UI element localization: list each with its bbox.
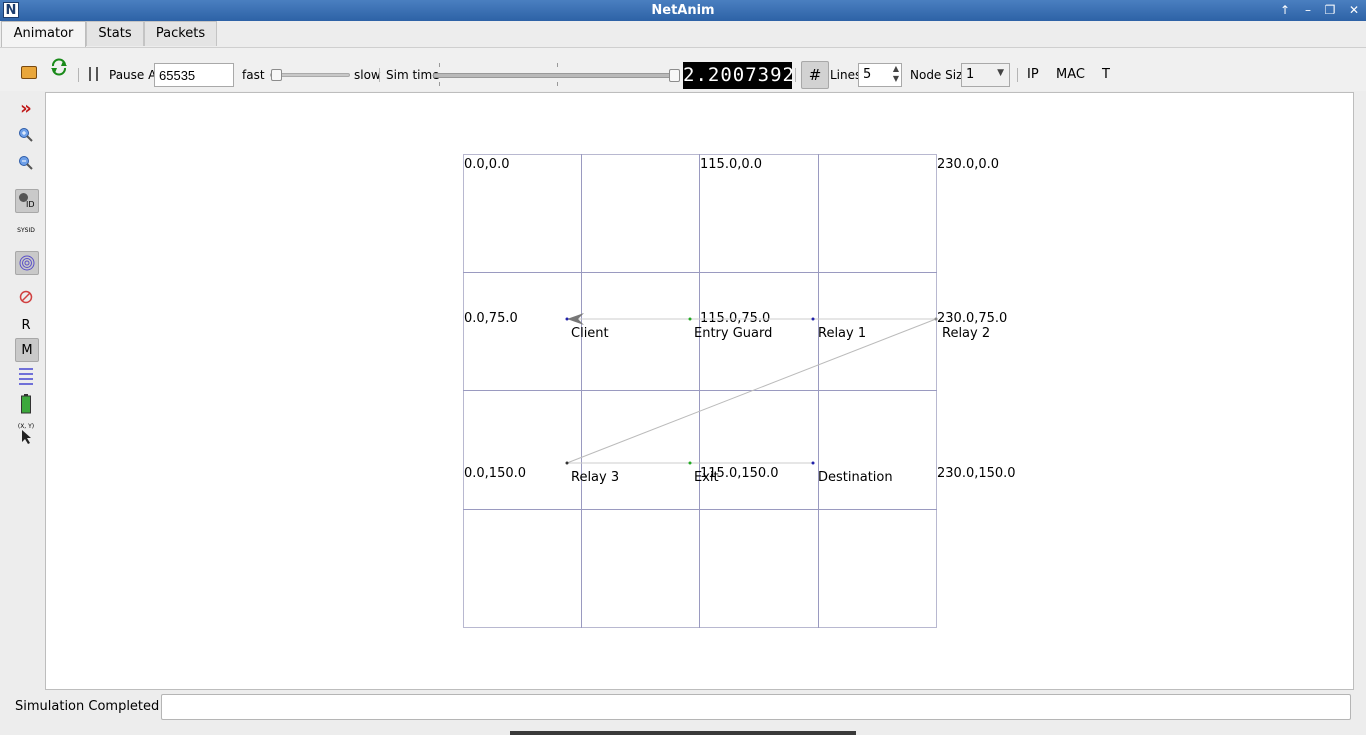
sim-time-label: Sim time — [386, 68, 440, 82]
sim-time-display: 2.2007392 — [683, 62, 794, 89]
show-sysid-button[interactable]: SYSID — [15, 219, 37, 241]
node-size-value: 1 — [966, 67, 975, 82]
fast-forward-icon[interactable]: » — [15, 97, 37, 119]
zoom-out-icon[interactable] — [15, 152, 37, 174]
wireless-circles-icon — [19, 255, 35, 271]
pause-icon[interactable] — [89, 67, 98, 81]
keep-above-icon[interactable]: ↑ — [1276, 2, 1294, 19]
slow-label: slow — [354, 68, 381, 82]
node-entry-guard[interactable] — [688, 317, 692, 321]
mac-toggle[interactable]: MAC — [1056, 67, 1085, 82]
node-relay-1[interactable] — [811, 317, 815, 321]
speed-slider[interactable] — [270, 69, 350, 81]
tab-animator[interactable]: Animator — [1, 21, 86, 47]
node-exit[interactable] — [688, 461, 692, 465]
side-toolbar: » ID SYSID R M (X, Y) — [0, 92, 45, 690]
window-title: NetAnim — [651, 3, 715, 18]
status-field — [161, 694, 1351, 720]
node-relay-3[interactable] — [565, 461, 569, 465]
fast-label: fast — [242, 68, 265, 82]
node-relay-2[interactable] — [934, 317, 938, 321]
lines-value: 5 — [863, 67, 872, 82]
r-button[interactable]: R — [15, 314, 37, 336]
animator-toolbar: Pause At fast slow Sim time 2.2007392 # … — [0, 47, 1366, 91]
node-client[interactable] — [565, 317, 569, 321]
pause-at-input[interactable] — [154, 63, 234, 87]
grid-label-tl: 0.0,0.0 — [464, 157, 509, 172]
node-destination[interactable] — [811, 461, 815, 465]
taskbar-strip — [510, 731, 856, 735]
title-bar: N NetAnim ↑ – ❐ ✕ — [0, 0, 1366, 21]
tab-packets[interactable]: Packets — [144, 21, 217, 46]
close-icon[interactable]: ✕ — [1345, 2, 1363, 19]
minimize-icon[interactable]: – — [1299, 2, 1317, 19]
zoom-in-icon[interactable] — [15, 124, 37, 146]
wireless-circles-button[interactable] — [15, 251, 39, 275]
status-message: Simulation Completed — [15, 699, 160, 714]
grid-label-mr: 230.0,75.0 — [937, 311, 1007, 326]
restore-icon[interactable]: ❐ — [1321, 2, 1339, 19]
sim-time-slider-handle[interactable] — [669, 69, 680, 82]
speed-slider-handle[interactable] — [271, 69, 282, 81]
nodes: Client Entry Guard Relay 1 Relay 2 Relay 3 Ex… — [565, 317, 990, 485]
grid-label-tr: 230.0,0.0 — [937, 157, 999, 172]
sim-time-slider[interactable] — [433, 69, 680, 82]
tab-stats[interactable]: Stats — [86, 21, 144, 46]
reload-icon[interactable] — [50, 58, 68, 76]
status-bar: Simulation Completed — [0, 690, 1366, 735]
grid — [463, 154, 937, 628]
grid-label-ml: 0.0,75.0 — [464, 311, 518, 326]
lines-spinbox[interactable]: 5 ▲ ▼ — [858, 63, 902, 87]
grid-toggle-icon[interactable]: # — [801, 61, 829, 89]
chevron-down-icon: ▼ — [997, 68, 1004, 78]
mouse-position-button[interactable]: (X, Y) — [15, 421, 37, 445]
tab-bar: Animator Stats Packets — [0, 21, 1366, 47]
no-packets-icon[interactable] — [15, 286, 37, 308]
grid-label-bl: 0.0,150.0 — [464, 466, 526, 481]
open-file-icon[interactable] — [21, 66, 37, 79]
ip-toggle[interactable]: IP — [1027, 67, 1039, 82]
node-label-relay-3: Relay 3 — [571, 470, 619, 485]
node-label-client: Client — [571, 326, 609, 341]
node-label-destination: Destination — [818, 470, 893, 485]
spin-arrows-icon[interactable]: ▲ ▼ — [893, 64, 899, 84]
animation-canvas[interactable]: 0.0,0.0 115.0,0.0 230.0,0.0 0.0,75.0 115… — [45, 92, 1354, 690]
node-label-entry-guard: Entry Guard — [694, 326, 772, 341]
battery-icon[interactable] — [15, 393, 37, 415]
show-node-id-button[interactable]: ID — [15, 189, 39, 213]
cursor-icon — [22, 429, 31, 444]
xy-label: (X, Y) — [17, 422, 35, 430]
packet-lines-icon[interactable] — [15, 365, 37, 387]
lines-label: Lines — [830, 68, 862, 82]
grid-label-tm: 115.0,0.0 — [700, 157, 762, 172]
m-button[interactable]: M — [15, 338, 39, 362]
t-toggle[interactable]: T — [1102, 67, 1110, 82]
node-label-exit: Exit — [694, 470, 719, 485]
node-size-select[interactable]: 1 ▼ — [961, 63, 1010, 87]
node-label-relay-1: Relay 1 — [818, 326, 866, 341]
grid-label-br: 230.0,150.0 — [937, 466, 1016, 481]
topology-view: 0.0,0.0 115.0,0.0 230.0,0.0 0.0,75.0 115… — [463, 154, 1016, 628]
node-label-relay-2: Relay 2 — [942, 326, 990, 341]
